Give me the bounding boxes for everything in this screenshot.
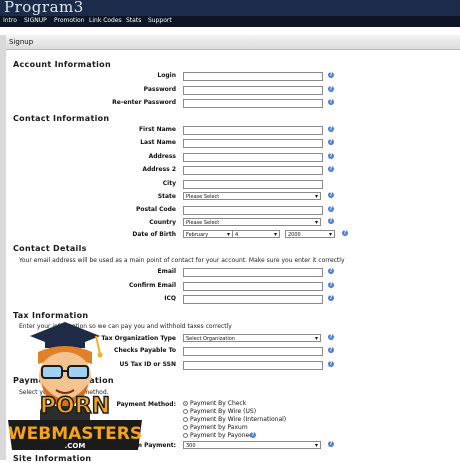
help-icon[interactable]: ? — [328, 282, 334, 288]
minimum-payment-select[interactable]: 300 — [183, 441, 321, 450]
confirm-email-label: Confirm Email — [128, 282, 176, 289]
panel-header: Signup — [6, 35, 460, 50]
dob-year-select[interactable]: 2000 — [285, 230, 335, 239]
watermark-logo: PORN WEBMASTERS .COM — [8, 322, 142, 450]
help-icon[interactable]: ? — [328, 347, 334, 353]
nav-stats[interactable]: Stats — [126, 17, 141, 25]
payment-option-paxum[interactable]: Payment by Paxum — [183, 424, 248, 431]
help-icon[interactable]: ? — [328, 268, 334, 274]
watermark-text-porn: PORN — [40, 394, 110, 419]
help-icon[interactable]: ? — [328, 206, 334, 212]
dob-day-select[interactable]: 4 — [232, 230, 280, 239]
radio-icon[interactable] — [183, 433, 188, 438]
watermark-text-com: .COM — [65, 442, 86, 450]
help-icon[interactable]: ? — [328, 218, 334, 224]
first-name-input[interactable] — [183, 126, 323, 135]
dob-month-select[interactable]: February — [183, 230, 233, 239]
email-input[interactable] — [183, 268, 323, 277]
watermark-text-webmasters: WEBMASTERS — [8, 424, 142, 444]
radio-icon[interactable] — [183, 409, 188, 414]
first-name-label: First Name — [138, 126, 176, 133]
payment-option-wire-intl[interactable]: Payment By Wire (International) — [183, 416, 286, 423]
site-brand[interactable]: Program3 — [4, 0, 84, 16]
city-input[interactable] — [183, 180, 323, 189]
help-icon[interactable]: ? — [250, 432, 256, 438]
nav-link-codes[interactable]: Link Codes — [89, 17, 122, 25]
checks-payable-input[interactable] — [183, 347, 323, 356]
help-icon[interactable]: ? — [328, 86, 334, 92]
section-contact-details: Contact Details — [13, 244, 87, 253]
password-input[interactable] — [183, 86, 323, 95]
address2-label: Address 2 — [142, 166, 176, 173]
country-select[interactable]: Please Select — [183, 218, 321, 227]
tax-id-input[interactable] — [183, 361, 323, 370]
reenter-password-input[interactable] — [183, 99, 323, 108]
icq-label: ICQ — [164, 295, 176, 302]
postal-code-label: Postal Code — [135, 206, 176, 213]
help-icon[interactable]: ? — [328, 192, 334, 198]
email-note: Your email address will be used as a mai… — [19, 257, 345, 264]
postal-code-input[interactable] — [183, 206, 323, 215]
confirm-email-input[interactable] — [183, 282, 323, 291]
last-name-label: Last Name — [140, 139, 176, 146]
payment-option-wire-us[interactable]: Payment By Wire (US) — [183, 408, 256, 415]
help-icon[interactable]: ? — [342, 230, 348, 236]
address-label: Address — [148, 153, 176, 160]
help-icon[interactable]: ? — [328, 441, 334, 447]
nav-promotion[interactable]: Promotion — [54, 17, 85, 25]
reenter-password-label: Re-enter Password — [112, 99, 176, 106]
panel-title: Signup — [9, 38, 34, 46]
section-contact: Contact Information — [13, 114, 110, 123]
login-label: Login — [157, 72, 176, 79]
address-input[interactable] — [183, 153, 323, 162]
login-input[interactable] — [183, 72, 323, 81]
nav-intro[interactable]: Intro — [3, 17, 17, 25]
section-account: Account Information — [13, 60, 111, 69]
radio-icon[interactable] — [183, 425, 188, 430]
radio-icon[interactable] — [183, 401, 188, 406]
help-icon[interactable]: ? — [328, 153, 334, 159]
state-select[interactable]: Please Select — [183, 192, 321, 201]
dob-label: Date of Birth — [132, 231, 176, 238]
help-icon[interactable]: ? — [328, 334, 334, 340]
nav-signup[interactable]: SIGNUP — [24, 17, 47, 25]
help-icon[interactable]: ? — [328, 139, 334, 145]
tax-org-type-select[interactable]: Select Organization — [183, 334, 321, 343]
email-label: Email — [157, 268, 176, 275]
country-label: Country — [149, 219, 176, 226]
help-icon[interactable]: ? — [328, 99, 334, 105]
state-label: State — [157, 193, 176, 200]
payment-option-check[interactable]: Payment By Check — [183, 400, 246, 407]
icq-input[interactable] — [183, 295, 323, 304]
payment-option-payoneer[interactable]: Payment by Payoneer — [183, 432, 255, 439]
help-icon[interactable]: ? — [328, 72, 334, 78]
nav-support[interactable]: Support — [148, 17, 172, 25]
last-name-input[interactable] — [183, 139, 323, 148]
title-bar: Program3 — [0, 0, 460, 16]
address2-input[interactable] — [183, 166, 323, 175]
help-icon[interactable]: ? — [328, 166, 334, 172]
password-label: Password — [143, 86, 176, 93]
nav-bar: Intro SIGNUP Promotion Link Codes Stats … — [0, 16, 460, 27]
city-label: City — [162, 180, 176, 187]
radio-icon[interactable] — [183, 417, 188, 422]
help-icon[interactable]: ? — [328, 361, 334, 367]
help-icon[interactable]: ? — [328, 295, 334, 301]
help-icon[interactable]: ? — [328, 126, 334, 132]
